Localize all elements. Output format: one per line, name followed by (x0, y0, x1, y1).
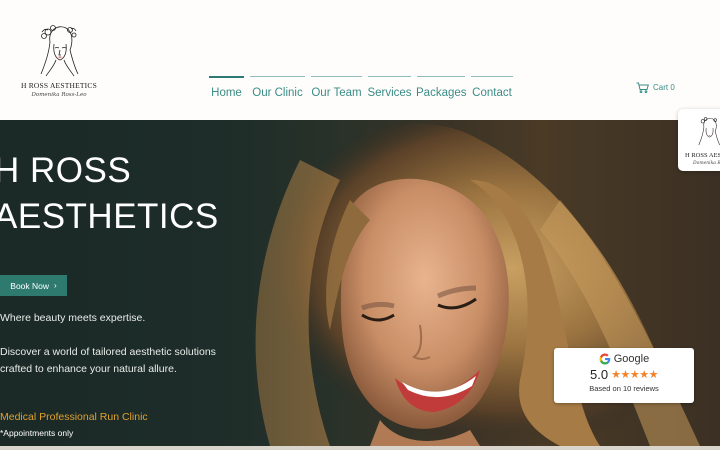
nav-item-our-team[interactable]: Our Team (310, 76, 363, 99)
hero-note: *Appointments only (0, 428, 74, 438)
review-score: 5.0 (590, 367, 609, 382)
cart-count: 0 (670, 83, 675, 92)
nav-item-our-clinic[interactable]: Our Clinic (249, 76, 306, 99)
review-provider: Google (613, 353, 650, 365)
floating-logo-widget[interactable]: H ROSS AESTHETICS Domenika Ross-Leo (678, 109, 720, 171)
nav-item-label: Our Team (311, 87, 362, 99)
hero-title-line2: AESTHETICS (0, 197, 219, 236)
logo-face-illustration-icon (40, 25, 79, 77)
logo-face-illustration-icon (698, 117, 720, 146)
nav-item-services[interactable]: Services (367, 76, 412, 99)
logo-signature: Domenika Ross-Leo (31, 92, 87, 98)
hero-title-line1: H ROSS (0, 151, 132, 190)
star-rating-icon: ★★★★★ (611, 369, 658, 381)
main-navigation: Home Our Clinic Our Team Services Packag… (208, 76, 514, 99)
review-rating: 5.0 ★★★★★ (554, 367, 694, 382)
floating-logo-signature: Domenika Ross-Leo (693, 161, 720, 166)
hero-tagline: Where beauty meets expertise. (0, 312, 146, 324)
logo-brand-name: H ROSS AESTHETICS (21, 81, 97, 90)
book-now-button[interactable]: Book Now › (0, 275, 67, 296)
nav-item-contact[interactable]: Contact (470, 76, 514, 99)
nav-item-packages[interactable]: Packages (416, 76, 467, 99)
chevron-right-icon: › (54, 281, 57, 290)
nav-item-label: Our Clinic (252, 87, 303, 99)
book-now-label: Book Now (10, 280, 50, 291)
google-review-badge[interactable]: Google 5.0 ★★★★★ Based on 10 reviews (554, 348, 694, 403)
hero-highlight: Medical Professional Run Clinic (0, 411, 148, 423)
cart-icon (636, 82, 649, 93)
hero-description-line1: Discover a world of tailored aesthetic s… (0, 346, 216, 358)
review-header: Google (554, 353, 694, 365)
hero-title: H ROSS AESTHETICS (0, 148, 219, 240)
nav-item-label: Packages (416, 87, 467, 99)
cart-label: Cart (653, 83, 669, 92)
nav-item-label: Contact (472, 87, 512, 99)
hero-description-line2: crafted to enhance your natural allure. (0, 363, 177, 375)
site-header: H ROSS AESTHETICS Domenika Ross-Leo Home… (0, 0, 720, 120)
hero-description: Discover a world of tailored aesthetic s… (0, 344, 216, 378)
nav-item-label: Home (211, 87, 242, 99)
section-divider (0, 446, 720, 450)
site-logo[interactable]: H ROSS AESTHETICS Domenika Ross-Leo (20, 22, 98, 102)
google-g-icon (599, 353, 610, 365)
floating-logo-brand-name: H ROSS AESTHETICS (685, 152, 720, 159)
nav-item-label: Services (367, 87, 412, 99)
nav-item-home[interactable]: Home (208, 76, 245, 99)
cart-button[interactable]: Cart 0 (636, 82, 675, 93)
review-count: Based on 10 reviews (589, 384, 659, 393)
